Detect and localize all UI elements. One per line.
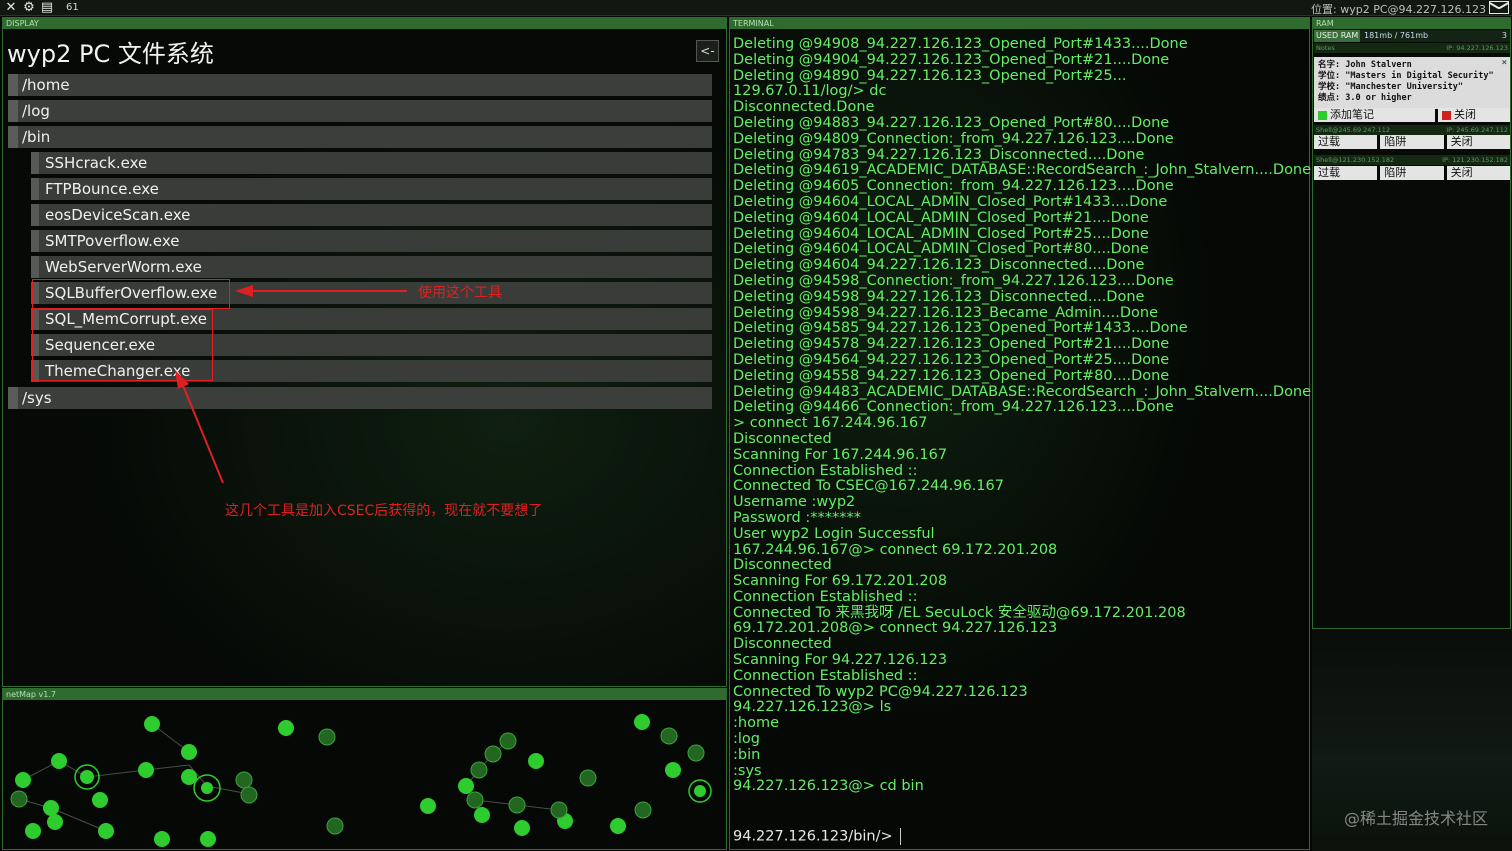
terminal-line: 129.67.0.11/log/> dc: [733, 83, 887, 100]
terminal-output: Deleting @94908_94.227.126.123_Opened_Po…: [733, 36, 1312, 795]
terminal-line: :sys: [733, 762, 762, 779]
terminal-line: User wyp2 Login Successful: [733, 525, 935, 542]
terminal-line: Connection Established ::: [733, 667, 918, 684]
shell-block-1: Shell@245.69.247.112 IP: 245.69.247.112: [1314, 125, 1510, 135]
terminal-line: Deleting @94783_94.227.126.123_Disconnec…: [733, 146, 1145, 163]
terminal-line: Scanning For 167.244.96.167: [733, 446, 948, 463]
ram-panel: RAM USED RAM 181mb / 761mb 3 Notes IP: 9…: [1312, 17, 1511, 629]
shell-2-close-button[interactable]: 关闭: [1446, 166, 1510, 180]
shell-2-overload-button[interactable]: 过载: [1314, 166, 1378, 180]
terminal-line: Deleting @94883_94.227.126.123_Opened_Po…: [733, 114, 1170, 131]
shell-block-2: Shell@121.230.152.182 IP: 121.230.152.18…: [1314, 155, 1510, 165]
netmap-header: netMap v1.7: [3, 689, 726, 700]
shell-1-overload-button[interactable]: 过载: [1314, 135, 1378, 149]
used-ram-count: 3: [1501, 31, 1507, 40]
terminal-line: Deleting @94908_94.227.126.123_Opened_Po…: [733, 36, 1188, 52]
note-use-tool: 使用这个工具: [418, 285, 502, 301]
terminal-line: > connect 167.244.96.167: [733, 415, 928, 432]
add-note-button[interactable]: 添加笔记: [1314, 108, 1435, 122]
terminal-line: Deleting @94578_94.227.126.123_Opened_Po…: [733, 336, 1170, 353]
terminal-line: :home: [733, 715, 779, 732]
terminal-line: Scanning For 69.172.201.208: [733, 573, 948, 590]
terminal-line: Deleting @94598_94.227.126.123_Became_Ad…: [733, 304, 1159, 321]
top-bar: ✕ ⚙ ▤ 61 位置: wyp2 PC@94.227.126.123: [0, 0, 1512, 16]
ram-header: RAM: [1313, 18, 1510, 29]
terminal-line: 94.227.126.123@> cd bin: [733, 778, 924, 795]
shell-1-buttons: 过载 陷阱 关闭: [1314, 135, 1510, 149]
note-card: × 名字: John Stalvern 学位: "Masters in Digi…: [1314, 57, 1510, 109]
shell-1-close-button[interactable]: 关闭: [1446, 135, 1510, 149]
terminal-line: 167.244.96.167@> connect 69.172.201.208: [733, 541, 1058, 558]
terminal-line: Disconnected.Done: [733, 99, 875, 116]
annotation-arrows: [175, 285, 407, 484]
shell-2-trap-button[interactable]: 陷阱: [1380, 166, 1444, 180]
terminal-line: Deleting @94809_Connection:_from_94.227.…: [733, 130, 1174, 147]
terminal-header: TERMINAL: [730, 18, 1309, 29]
used-ram-value: 181mb / 761mb: [1364, 31, 1429, 40]
note-csec-tools: 这几个工具是加入CSEC后获得的，现在就不要想了: [225, 503, 543, 519]
terminal-line: Connected To wyp2 PC@94.227.126.123: [733, 683, 1028, 700]
netmap-graph[interactable]: [3, 700, 726, 850]
terminal-line: :log: [733, 731, 760, 748]
terminal-line: Deleting @94564_94.227.126.123_Opened_Po…: [733, 351, 1170, 368]
notes-block: Notes IP: 94.227.126.123: [1314, 43, 1510, 53]
terminal-line: Username :wyp2: [733, 494, 856, 511]
terminal-line: Connected To 来黑我呀 /EL SecuLock 安全驱动@69.1…: [733, 604, 1186, 621]
terminal-line: Disconnected: [733, 636, 832, 653]
close-icon[interactable]: ✕: [4, 0, 18, 15]
close-swatch-icon: [1442, 110, 1451, 120]
terminal-line: Deleting @94904_94.227.126.123_Opened_Po…: [733, 51, 1170, 68]
terminal-line: Deleting @94890_94.227.126.123_Opened_Po…: [733, 67, 1127, 84]
notes-close-button[interactable]: 关闭: [1438, 108, 1510, 122]
netmap-panel: netMap v1.7: [2, 688, 727, 850]
terminal-line: Deleting @94604_LOCAL_ADMIN_Closed_Port#…: [733, 241, 1149, 258]
terminal-input[interactable]: 94.227.126.123/bin/>: [733, 828, 901, 845]
terminal-prompt: 94.227.126.123/bin/>: [733, 828, 893, 845]
mail-icon[interactable]: [1489, 1, 1509, 14]
used-ram-bar: USED RAM 181mb / 761mb 3: [1314, 30, 1510, 42]
shell-1-trap-button[interactable]: 陷阱: [1380, 135, 1444, 149]
terminal-line: Deleting @94604_LOCAL_ADMIN_Closed_Port#…: [733, 225, 1149, 242]
terminal-line: Deleting @94605_Connection:_from_94.227.…: [733, 178, 1174, 195]
notes-buttons: 添加笔记 关闭: [1314, 108, 1510, 122]
terminal-line: Deleting @94598_94.227.126.123_Disconnec…: [733, 288, 1145, 305]
terminal-line: Deleting @94466_Connection:_from_94.227.…: [733, 399, 1174, 416]
shell-2-buttons: 过载 陷阱 关闭: [1314, 166, 1510, 180]
note-close-icon[interactable]: ×: [1502, 58, 1507, 69]
terminal-line: Password :*******: [733, 509, 861, 526]
location-label: 位置: wyp2 PC@94.227.126.123: [1311, 3, 1486, 16]
terminal-line: :bin: [733, 746, 761, 763]
add-icon: [1318, 110, 1327, 120]
terminal-line: Connection Established ::: [733, 588, 918, 605]
terminal-line: Disconnected: [733, 430, 832, 447]
watermark: @稀土掘金技术社区: [1343, 809, 1488, 828]
terminal-line: 94.227.126.123@> ls: [733, 699, 892, 716]
terminal-line: Scanning For 94.227.126.123: [733, 652, 948, 669]
gear-icon[interactable]: ⚙: [22, 0, 36, 15]
terminal-line: Deleting @94598_Connection:_from_94.227.…: [733, 272, 1174, 289]
terminal-line: Deleting @94585_94.227.126.123_Opened_Po…: [733, 320, 1188, 337]
terminal-line: Connection Established ::: [733, 462, 918, 479]
terminal-line: Deleting @94604_LOCAL_ADMIN_Closed_Port#…: [733, 209, 1149, 226]
display-panel: DISPLAY wyp2 PC 文件系统 <- /home /log /bin …: [2, 17, 727, 687]
terminal-line: 69.172.201.208@> connect 94.227.126.123: [733, 620, 1058, 637]
text-caret: [899, 828, 901, 845]
notes-header: Notes IP: 94.227.126.123: [1314, 43, 1510, 53]
used-ram-label: USED RAM: [1314, 30, 1361, 42]
terminal-line: Deleting @94619_ACADEMIC_DATABASE::Recor…: [733, 162, 1312, 179]
terminal-line: Deleting @94604_94.227.126.123_Disconnec…: [733, 257, 1145, 274]
counter: 61: [66, 2, 79, 13]
terminal-line: Deleting @94604_LOCAL_ADMIN_Closed_Port#…: [733, 193, 1168, 210]
terminal-line: Disconnected: [733, 557, 832, 574]
terminal-panel: TERMINAL Deleting @94908_94.227.126.123_…: [729, 17, 1312, 850]
terminal-line: Deleting @94483_ACADEMIC_DATABASE::Recor…: [733, 383, 1312, 400]
terminal-line: Connected To CSEC@167.244.96.167: [733, 478, 1004, 495]
save-icon[interactable]: ▤: [40, 0, 54, 15]
terminal-line: Deleting @94558_94.227.126.123_Opened_Po…: [733, 367, 1170, 384]
